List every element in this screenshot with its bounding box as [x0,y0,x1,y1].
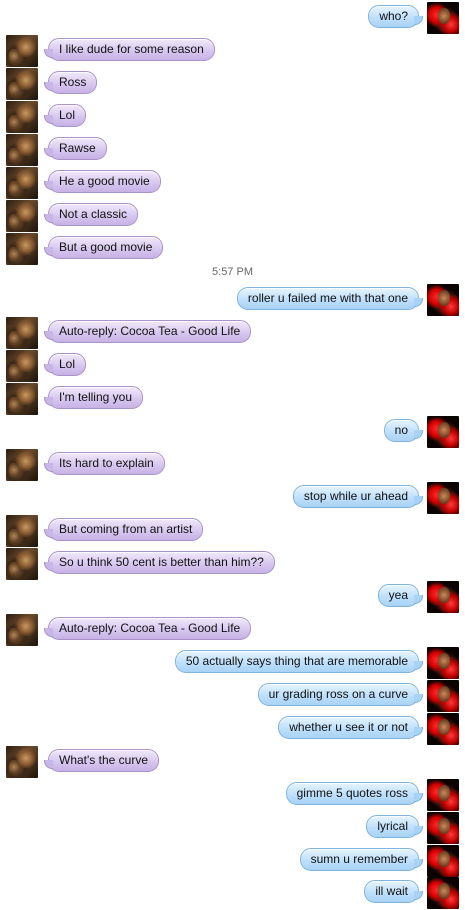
message-row: Rawse [0,134,465,167]
contact-avatar [6,134,38,166]
message-bubble-outgoing[interactable]: roller u failed me with that one [236,287,424,310]
message-row: Lol [0,101,465,134]
message-row: lyrical [0,812,465,845]
contact-avatar [6,68,38,100]
message-row: Its hard to explain [0,449,465,482]
message-row: stop while ur ahead [0,482,465,515]
message-bubble-outgoing[interactable]: ill wait [364,880,423,903]
message-bubble-incoming[interactable]: He a good movie [44,170,161,193]
message-bubble-outgoing[interactable]: lyrical [366,815,423,838]
message-bubble-incoming[interactable]: Lol [43,104,87,127]
message-row: Ross [0,68,465,101]
message-bubble-incoming[interactable]: Rawse [44,137,107,160]
sender-avatar [427,713,459,745]
message-bubble-outgoing[interactable]: yea [377,584,424,607]
message-bubble-incoming[interactable]: So u think 50 cent is better than him?? [44,551,275,574]
message-row: Not a classic [0,200,465,233]
sender-avatar [427,482,459,514]
message-row: 50 actually says thing that are memorabl… [0,647,465,680]
message-bubble-incoming[interactable]: Auto-reply: Cocoa Tea - Good Life [43,617,252,640]
contact-avatar [6,317,38,349]
contact-avatar [6,101,38,133]
message-bubble-incoming[interactable]: I'm telling you [44,386,143,409]
contact-avatar [6,35,38,67]
sender-avatar [427,845,459,877]
contact-avatar [6,233,38,265]
message-bubble-incoming[interactable]: But coming from an artist [43,518,204,541]
message-bubble-outgoing[interactable]: whether u see it or not [278,716,423,739]
message-row: Lol [0,350,465,383]
message-row: So u think 50 cent is better than him?? [0,548,465,581]
message-bubble-incoming[interactable]: I like dude for some reason [44,38,215,61]
message-row: He a good movie [0,167,465,200]
message-bubble-incoming[interactable]: Ross [43,71,98,94]
chat-transcript: 5:57 PM who? I like dude for some reason… [0,0,465,910]
message-bubble-incoming[interactable]: Not a classic [43,203,139,226]
sender-avatar [427,680,459,712]
message-row: gimme 5 quotes ross [0,779,465,812]
sender-avatar [427,581,459,613]
message-bubble-incoming[interactable]: But a good movie [43,236,164,259]
message-row: Auto-reply: Cocoa Tea - Good Life [0,614,465,647]
message-bubble-outgoing[interactable]: stop while ur ahead [292,485,424,508]
sender-avatar [427,877,459,909]
sender-avatar [427,2,459,34]
message-row: ill wait [0,877,465,910]
message-row: Auto-reply: Cocoa Tea - Good Life [0,317,465,350]
contact-avatar [6,746,38,778]
message-row: I'm telling you [0,383,465,416]
message-row: no [0,416,465,449]
message-bubble-incoming[interactable]: Auto-reply: Cocoa Tea - Good Life [43,320,252,343]
contact-avatar [6,350,38,382]
message-bubble-outgoing[interactable]: 50 actually says thing that are memorabl… [174,650,424,673]
message-row: ur grading ross on a curve [0,680,465,713]
message-bubble-incoming[interactable]: Its hard to explain [44,452,165,475]
message-row: But coming from an artist [0,515,465,548]
contact-avatar [6,167,38,199]
message-bubble-outgoing[interactable]: ur grading ross on a curve [257,683,424,706]
contact-avatar [6,200,38,232]
contact-avatar [6,383,38,415]
message-row: roller u failed me with that one [0,284,465,317]
message-row: I like dude for some reason [0,35,465,68]
contact-avatar [6,449,38,481]
message-timestamp: 5:57 PM [212,266,253,278]
message-row: What's the curve [0,746,465,779]
sender-avatar [427,284,459,316]
sender-avatar [427,416,459,448]
message-row: yea [0,581,465,614]
message-row: whether u see it or not [0,713,465,746]
message-bubble-incoming[interactable]: What's the curve [44,749,159,772]
message-bubble-outgoing[interactable]: no [383,419,424,442]
message-bubble-outgoing[interactable]: gimme 5 quotes ross [285,782,424,805]
sender-avatar [427,647,459,679]
message-bubble-outgoing[interactable]: who? [368,5,423,28]
sender-avatar [427,779,459,811]
contact-avatar [6,548,38,580]
sender-avatar [427,812,459,844]
contact-avatar [6,515,38,547]
message-row: sumn u remember [0,845,465,878]
message-bubble-outgoing[interactable]: sumn u remember [299,848,424,871]
message-bubble-incoming[interactable]: Lol [43,353,87,376]
contact-avatar [6,614,38,646]
message-row: who? [0,2,465,35]
message-row: But a good movie [0,233,465,266]
